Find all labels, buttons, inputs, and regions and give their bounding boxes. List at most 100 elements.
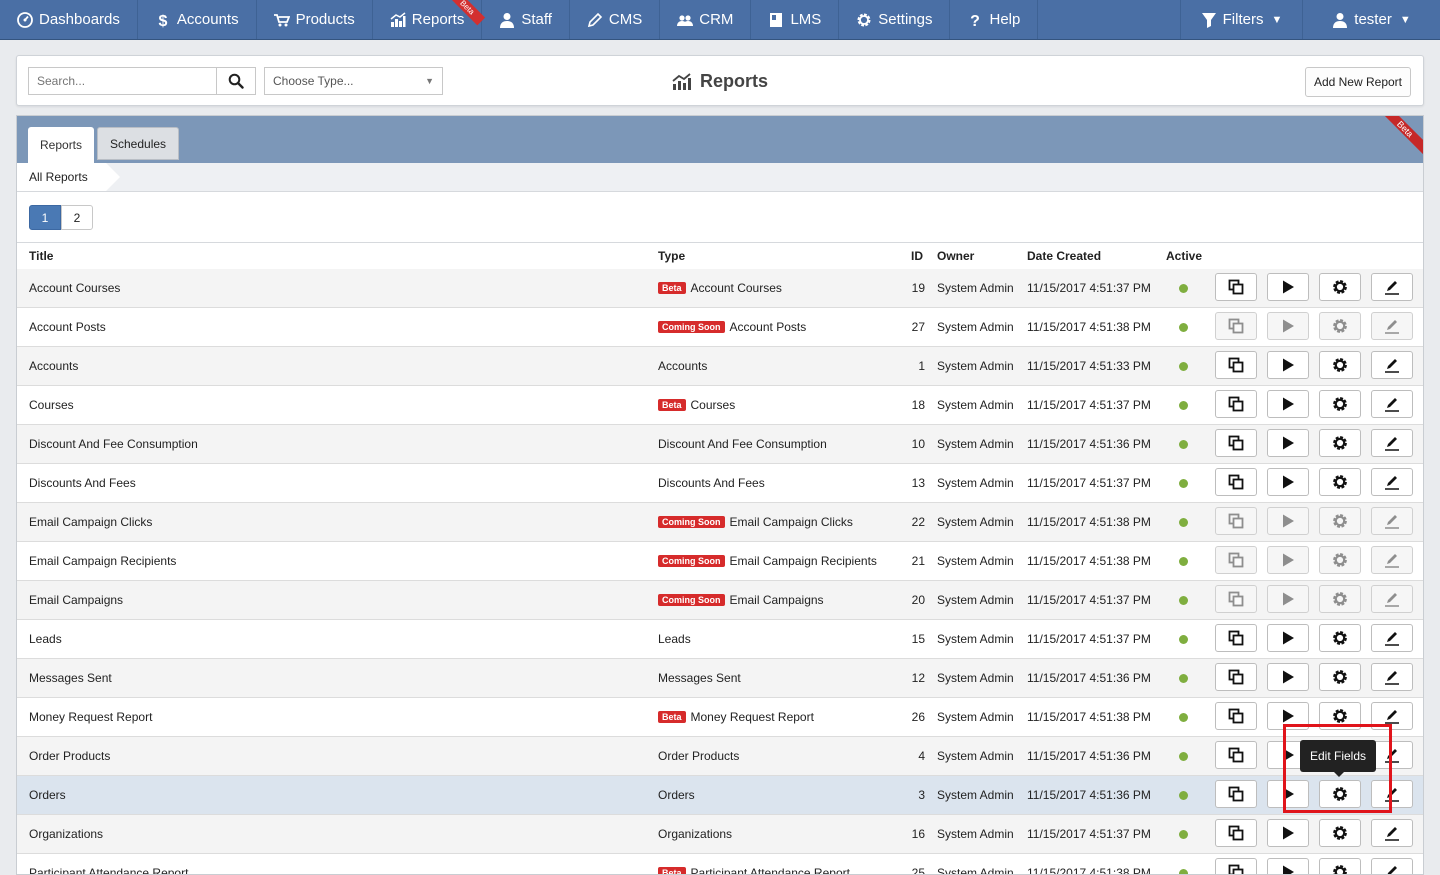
edit-fields-button[interactable] (1319, 507, 1361, 535)
column-owner[interactable]: Owner (937, 243, 974, 269)
edit-fields-button[interactable] (1319, 390, 1361, 418)
edit-report-button[interactable] (1371, 429, 1413, 457)
edit-report-button[interactable] (1371, 663, 1413, 691)
edit-report-button[interactable] (1371, 780, 1413, 808)
table-row[interactable]: Account CoursesBetaAccount Courses19Syst… (17, 269, 1423, 308)
run-report-button[interactable] (1267, 858, 1309, 875)
type-select[interactable]: Choose Type... ▼ (264, 67, 443, 95)
run-report-button[interactable] (1267, 351, 1309, 379)
edit-report-button[interactable] (1371, 390, 1413, 418)
edit-fields-button[interactable] (1319, 585, 1361, 613)
nav-products[interactable]: Products (257, 0, 373, 39)
run-report-button[interactable] (1267, 780, 1309, 808)
run-report-button[interactable] (1267, 585, 1309, 613)
copy-report-button[interactable] (1215, 624, 1257, 652)
column-id[interactable]: ID (911, 243, 923, 269)
copy-report-button[interactable] (1215, 819, 1257, 847)
copy-report-button[interactable] (1215, 585, 1257, 613)
column-date-created[interactable]: Date Created (1027, 243, 1101, 269)
edit-fields-button[interactable] (1319, 780, 1361, 808)
copy-report-button[interactable] (1215, 429, 1257, 457)
edit-report-button[interactable] (1371, 507, 1413, 535)
nav-dashboards[interactable]: Dashboards (0, 0, 138, 39)
table-row[interactable]: Account PostsComing SoonAccount Posts27S… (17, 308, 1423, 347)
edit-fields-button[interactable] (1319, 663, 1361, 691)
table-row[interactable]: AccountsAccounts1System Admin11/15/2017 … (17, 347, 1423, 386)
table-row[interactable]: CoursesBetaCourses18System Admin11/15/20… (17, 386, 1423, 425)
nav-user-menu[interactable]: tester▼ (1302, 0, 1440, 39)
column-active[interactable]: Active (1166, 243, 1202, 269)
run-report-button[interactable] (1267, 702, 1309, 730)
nav-settings[interactable]: Settings (839, 0, 950, 39)
nav-cms[interactable]: CMS (570, 0, 660, 39)
copy-report-button[interactable] (1215, 702, 1257, 730)
run-report-button[interactable] (1267, 273, 1309, 301)
nav-help[interactable]: ?Help (950, 0, 1038, 39)
edit-report-button[interactable] (1371, 702, 1413, 730)
edit-report-button[interactable] (1371, 858, 1413, 875)
edit-fields-button[interactable] (1319, 468, 1361, 496)
copy-report-button[interactable] (1215, 780, 1257, 808)
table-row[interactable]: Participant Attendance ReportBetaPartici… (17, 854, 1423, 875)
table-row[interactable]: Email Campaign RecipientsComing SoonEmai… (17, 542, 1423, 581)
nav-lms[interactable]: LMS (751, 0, 839, 39)
edit-report-button[interactable] (1371, 468, 1413, 496)
page-2-button[interactable]: 2 (61, 205, 93, 230)
table-row[interactable]: Discounts And FeesDiscounts And Fees13Sy… (17, 464, 1423, 503)
table-row[interactable]: Money Request ReportBetaMoney Request Re… (17, 698, 1423, 737)
table-row[interactable]: Email CampaignsComing SoonEmail Campaign… (17, 581, 1423, 620)
copy-report-button[interactable] (1215, 546, 1257, 574)
tab-schedules[interactable]: Schedules (97, 127, 179, 160)
edit-fields-button[interactable] (1319, 546, 1361, 574)
table-row[interactable]: OrdersOrders3System Admin11/15/2017 4:51… (17, 776, 1423, 815)
nav-reports[interactable]: ReportsBeta (373, 0, 483, 39)
run-report-button[interactable] (1267, 390, 1309, 418)
edit-report-button[interactable] (1371, 585, 1413, 613)
nav-crm[interactable]: CRM (660, 0, 751, 39)
page-1-button[interactable]: 1 (29, 205, 61, 230)
table-row[interactable]: LeadsLeads15System Admin11/15/2017 4:51:… (17, 620, 1423, 659)
edit-report-button[interactable] (1371, 546, 1413, 574)
run-report-button[interactable] (1267, 624, 1309, 652)
run-report-button[interactable] (1267, 312, 1309, 340)
copy-report-button[interactable] (1215, 273, 1257, 301)
run-report-button[interactable] (1267, 546, 1309, 574)
copy-report-button[interactable] (1215, 390, 1257, 418)
copy-report-button[interactable] (1215, 858, 1257, 875)
run-report-button[interactable] (1267, 468, 1309, 496)
tab-reports[interactable]: Reports (28, 127, 94, 163)
nav-accounts[interactable]: $Accounts (138, 0, 257, 39)
column-type[interactable]: Type (658, 243, 685, 269)
edit-report-button[interactable] (1371, 273, 1413, 301)
run-report-button[interactable] (1267, 663, 1309, 691)
edit-report-button[interactable] (1371, 741, 1413, 769)
edit-report-button[interactable] (1371, 312, 1413, 340)
breadcrumb-all-reports[interactable]: All Reports (17, 163, 106, 191)
edit-report-button[interactable] (1371, 351, 1413, 379)
search-input[interactable] (28, 67, 216, 95)
edit-report-button[interactable] (1371, 624, 1413, 652)
edit-fields-button[interactable] (1319, 702, 1361, 730)
edit-fields-button[interactable] (1319, 429, 1361, 457)
run-report-button[interactable] (1267, 507, 1309, 535)
copy-report-button[interactable] (1215, 312, 1257, 340)
table-row[interactable]: Order ProductsOrder Products4System Admi… (17, 737, 1423, 776)
copy-report-button[interactable] (1215, 741, 1257, 769)
nav-staff[interactable]: Staff (482, 0, 570, 39)
copy-report-button[interactable] (1215, 468, 1257, 496)
run-report-button[interactable] (1267, 819, 1309, 847)
table-row[interactable]: Messages SentMessages Sent12System Admin… (17, 659, 1423, 698)
edit-fields-button[interactable] (1319, 312, 1361, 340)
column-title[interactable]: Title (29, 243, 53, 269)
run-report-button[interactable] (1267, 429, 1309, 457)
edit-fields-button[interactable] (1319, 858, 1361, 875)
search-button[interactable] (216, 67, 256, 95)
copy-report-button[interactable] (1215, 507, 1257, 535)
table-row[interactable]: Discount And Fee ConsumptionDiscount And… (17, 425, 1423, 464)
copy-report-button[interactable] (1215, 351, 1257, 379)
edit-fields-button[interactable] (1319, 273, 1361, 301)
nav-filters[interactable]: Filters▼ (1180, 0, 1302, 39)
edit-report-button[interactable] (1371, 819, 1413, 847)
add-new-report-button[interactable]: Add New Report (1305, 67, 1411, 97)
edit-fields-button[interactable] (1319, 351, 1361, 379)
